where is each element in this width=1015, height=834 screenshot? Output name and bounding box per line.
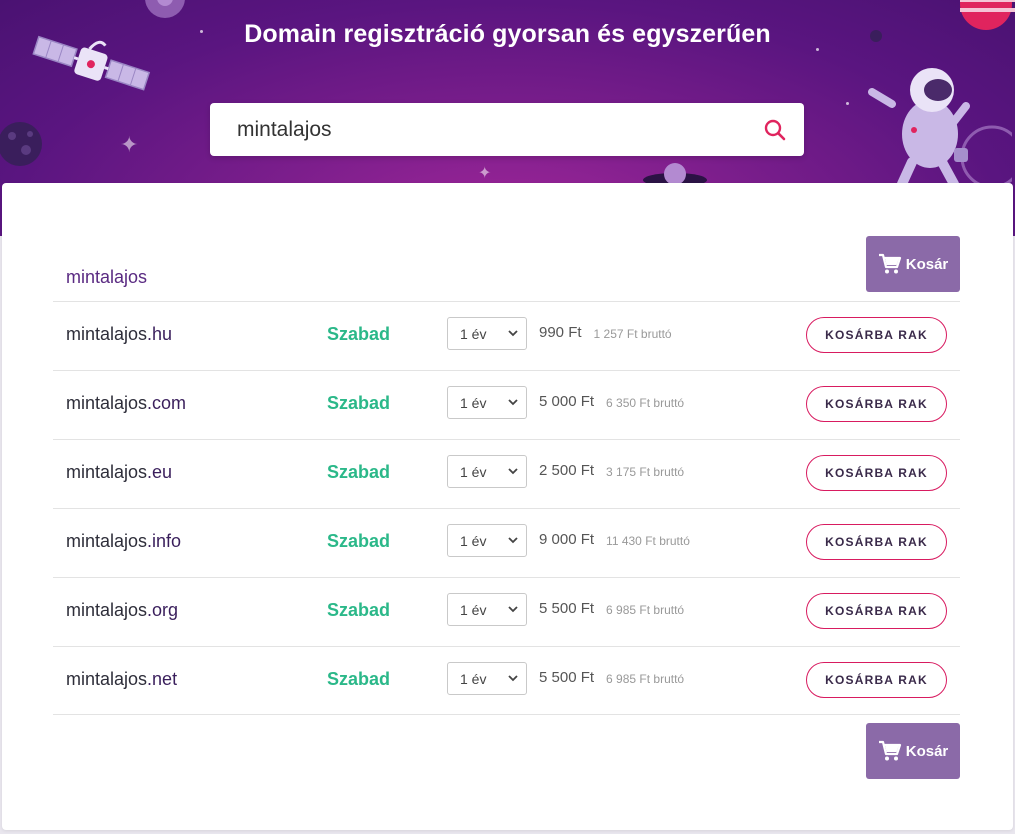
period-value: 1 év — [460, 532, 487, 549]
domain-results-list: mintalajos.hu Szabad 1 év 990 Ft 1 257 F… — [53, 301, 960, 715]
search-button[interactable] — [760, 115, 790, 145]
cart-button-bottom[interactable]: Kosár — [866, 723, 960, 779]
domain-row: mintalajos.net Szabad 1 év 5 500 Ft 6 98… — [53, 646, 960, 715]
net-price: 5 000 Ft — [539, 393, 595, 410]
chevron-down-icon — [508, 330, 518, 337]
period-select[interactable]: 1 év — [447, 593, 527, 626]
add-to-cart-button[interactable]: KOSÁRBA RAK — [806, 524, 947, 560]
gross-price: 1 257 Ft bruttó — [593, 327, 672, 341]
domain-name: mintalajos.info — [66, 531, 181, 552]
period-select[interactable]: 1 év — [447, 662, 527, 695]
gross-price: 6 985 Ft bruttó — [606, 603, 685, 617]
domain-tld: .net — [147, 669, 178, 689]
period-value: 1 év — [460, 670, 487, 687]
net-price: 5 500 Ft — [539, 669, 595, 686]
domain-tld: .com — [147, 393, 187, 413]
period-select[interactable]: 1 év — [447, 386, 527, 419]
moon-illustration — [145, 0, 185, 18]
page-title: Domain regisztráció gyorsan és egyszerűe… — [244, 20, 771, 48]
search-icon — [764, 119, 786, 141]
gross-price: 6 350 Ft bruttó — [606, 396, 685, 410]
domain-label: mintalajos — [66, 393, 148, 413]
domain-name: mintalajos.hu — [66, 324, 172, 345]
net-price: 5 500 Ft — [539, 600, 595, 617]
star-dot — [846, 102, 849, 105]
availability-status: Szabad — [327, 531, 391, 551]
chevron-down-icon — [508, 468, 518, 475]
net-price: 990 Ft — [539, 324, 582, 341]
sparkle-icon: ✦ — [120, 132, 139, 157]
period-value: 1 év — [460, 463, 487, 480]
planet-illustration — [0, 122, 42, 166]
astronaut-illustration — [868, 68, 1012, 186]
period-select[interactable]: 1 év — [447, 317, 527, 350]
availability-status: Szabad — [327, 324, 391, 344]
domain-label: mintalajos — [66, 324, 148, 344]
domain-row: mintalajos.org Szabad 1 év 5 500 Ft 6 98… — [53, 577, 960, 646]
availability-status: Szabad — [327, 393, 391, 413]
chevron-down-icon — [508, 675, 518, 682]
add-to-cart-button[interactable]: KOSÁRBA RAK — [806, 593, 947, 629]
domain-row: mintalajos.eu Szabad 1 év 2 500 Ft 3 175… — [53, 439, 960, 508]
domain-name: mintalajos.com — [66, 393, 186, 414]
period-value: 1 év — [460, 325, 487, 342]
domain-name: mintalajos.net — [66, 669, 177, 690]
add-to-cart-button[interactable]: KOSÁRBA RAK — [806, 386, 947, 422]
availability-status: Szabad — [327, 462, 391, 482]
domain-label: mintalajos — [66, 531, 148, 551]
chevron-down-icon — [508, 537, 518, 544]
domain-search-input[interactable] — [210, 103, 750, 156]
period-value: 1 év — [460, 394, 487, 411]
domain-label: mintalajos — [66, 462, 148, 482]
gross-price: 6 985 Ft bruttó — [606, 672, 685, 686]
availability-status: Szabad — [327, 669, 391, 689]
gross-price: 3 175 Ft bruttó — [606, 465, 685, 479]
domain-tld: .org — [147, 600, 179, 620]
domain-label: mintalajos — [66, 669, 148, 689]
results-card: Kosár mintalajos mintalajos.hu Szabad 1 … — [2, 183, 1013, 830]
domain-row: mintalajos.hu Szabad 1 év 990 Ft 1 257 F… — [53, 301, 960, 370]
domain-tld: .eu — [147, 462, 173, 482]
cart-icon — [878, 253, 901, 274]
domain-tld: .hu — [147, 324, 173, 344]
domain-search-box — [210, 103, 804, 156]
period-select[interactable]: 1 év — [447, 524, 527, 557]
domain-name: mintalajos.org — [66, 600, 178, 621]
cart-button-label: Kosár — [905, 742, 949, 760]
net-price: 9 000 Ft — [539, 531, 595, 548]
cart-button-top[interactable]: Kosár — [866, 236, 960, 292]
cart-button-label: Kosár — [905, 255, 949, 273]
sparkle-icon: ✦ — [478, 165, 492, 182]
domain-name: mintalajos.eu — [66, 462, 172, 483]
availability-status: Szabad — [327, 600, 391, 620]
search-query-label: mintalajos — [66, 267, 148, 287]
chevron-down-icon — [508, 399, 518, 406]
add-to-cart-button[interactable]: KOSÁRBA RAK — [806, 455, 947, 491]
period-select[interactable]: 1 év — [447, 455, 527, 488]
cart-icon — [878, 740, 901, 761]
domain-tld: .info — [147, 531, 182, 551]
domain-row: mintalajos.info Szabad 1 év 9 000 Ft 11 … — [53, 508, 960, 577]
net-price: 2 500 Ft — [539, 462, 595, 479]
period-value: 1 év — [460, 601, 487, 618]
add-to-cart-button[interactable]: KOSÁRBA RAK — [806, 662, 947, 698]
domain-row: mintalajos.com Szabad 1 év 5 000 Ft 6 35… — [53, 370, 960, 439]
add-to-cart-button[interactable]: KOSÁRBA RAK — [806, 317, 947, 353]
chevron-down-icon — [508, 606, 518, 613]
gross-price: 11 430 Ft bruttó — [606, 534, 690, 548]
domain-label: mintalajos — [66, 600, 148, 620]
